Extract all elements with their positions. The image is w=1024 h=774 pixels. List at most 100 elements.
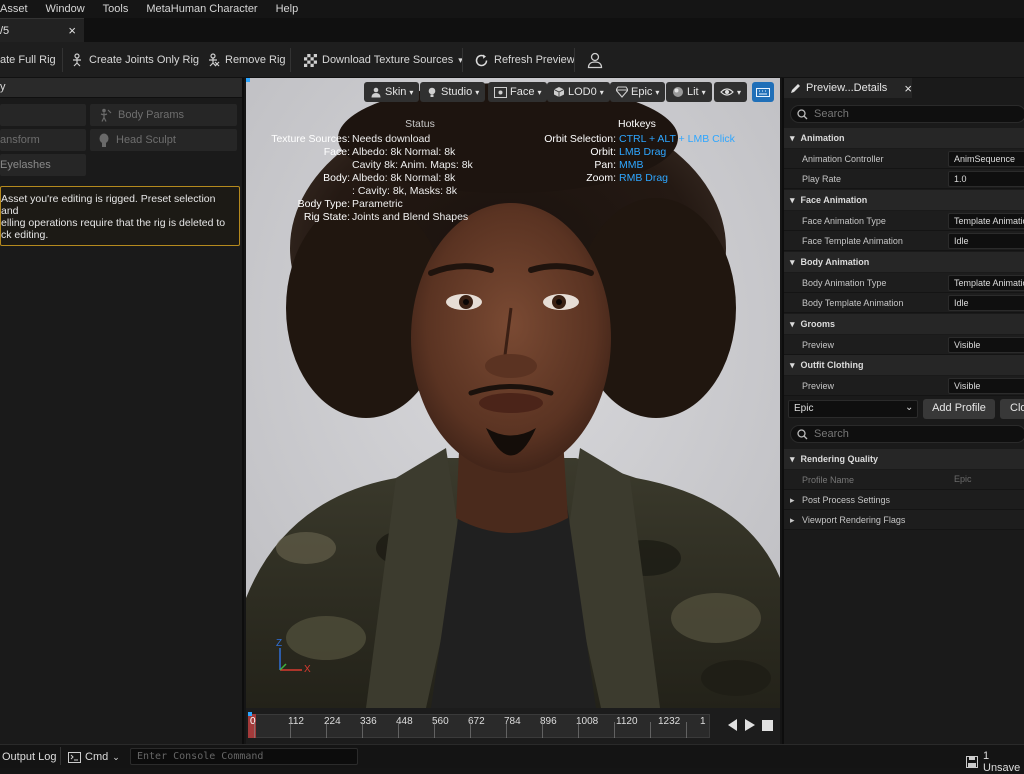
step-back-icon[interactable] [726,718,738,732]
eyelashes-button[interactable]: Eyelashes [0,154,86,176]
body-template-animation-select[interactable]: Idle [948,295,1024,311]
rendering-search[interactable]: Search [790,425,1024,443]
skin-icon [370,86,382,98]
create-full-rig-label: ate Full Rig [0,54,56,66]
lightbulb-icon [426,86,438,98]
section-grooms[interactable]: ▾ Grooms [784,314,1024,334]
viewport[interactable]: Skin ▾ Studio ▾ Face ▾ LOD0 ▾ Epic ▾ Lit [246,78,780,708]
close-icon[interactable]: × [68,23,76,38]
cmd-dropdown[interactable]: Cmd ⌄ [68,749,120,765]
profile-select[interactable]: Epic ⌄ [788,400,918,418]
warning-line-1: Asset you're editing is rigged. Preset s… [1,193,216,217]
unsaved-indicator[interactable]: 1 Unsave [966,750,1024,774]
prop-post-process-settings[interactable]: ▸ Post Process Settings [784,490,1024,510]
lit-label: Lit [687,86,699,98]
eyelashes-label: Eyelashes [0,159,51,171]
output-log-button[interactable]: Output Log [2,751,56,763]
refresh-preview-button[interactable]: Refresh Preview [474,42,575,78]
prop-label: Play Rate [802,174,842,184]
studio-dropdown[interactable]: Studio ▾ [420,82,486,102]
user-button[interactable] [586,42,604,78]
section-animation[interactable]: ▾ Animation [784,128,1024,148]
console-command-input[interactable]: Enter Console Command [130,748,358,765]
face-label: Face [510,86,535,98]
prop-play-rate: Play Rate 1.0 [784,169,1024,189]
chevron-down-icon: ▾ [655,87,660,97]
face-animation-type-select[interactable]: Template Animation [948,213,1024,229]
blank-tool-button[interactable] [0,104,86,126]
head-sculpt-button[interactable]: Head Sculpt [90,129,237,151]
grooms-preview-select[interactable]: Visible [948,337,1024,353]
lit-dropdown[interactable]: Lit ▾ [666,82,712,102]
keyboard-toggle[interactable] [752,82,774,102]
remove-rig-button[interactable]: Remove Rig [206,42,286,78]
prop-label: Body Animation Type [802,278,887,288]
visibility-dropdown[interactable]: ▾ [714,82,748,102]
skin-dropdown[interactable]: Skin ▾ [364,82,420,102]
left-panel-title: y [0,81,6,93]
collapse-arrow-icon: ▾ [790,359,795,370]
create-full-rig-button[interactable]: ate Full Rig [0,42,56,78]
rig-icon [70,53,84,67]
timeline[interactable]: 0 112 224 336 448 560 672 784 896 1008 1… [246,708,780,744]
remove-rig-icon [206,53,220,67]
body-params-label: Body Params [118,109,185,121]
face-frame-icon [494,86,507,98]
animation-controller-select[interactable]: AnimSequence [948,151,1024,167]
console-placeholder: Enter Console Command [137,751,264,762]
download-texture-sources-button[interactable]: Download Texture Sources ▾ [304,42,463,78]
prop-grooms-preview: Preview Visible [784,335,1024,355]
details-search[interactable]: Search [790,105,1024,123]
face-dropdown[interactable]: Face ▾ [488,82,548,102]
details-tab[interactable]: Preview...Details × [784,78,912,98]
body-status-label: Body: [323,172,350,184]
body-status-value-1: Albedo: 8k Normal: 8k [352,172,456,184]
refresh-preview-label: Refresh Preview [494,54,575,66]
section-rendering-quality[interactable]: ▾ Rendering Quality [784,449,1024,469]
asset-tab[interactable]: /5 × [0,18,84,42]
lod-dropdown[interactable]: LOD0 ▾ [547,82,610,102]
transform-button[interactable]: ansform [0,129,86,151]
menu-help[interactable]: Help [266,3,307,15]
unsaved-icon [966,756,978,768]
section-face-animation[interactable]: ▾ Face Animation [784,190,1024,210]
stop-icon[interactable] [762,720,773,731]
menu-asset[interactable]: Asset [0,3,36,15]
cmd-label: Cmd [85,751,109,763]
profile-select-value: Epic [794,403,814,414]
quality-dropdown[interactable]: Epic ▾ [610,82,666,102]
section-outfit-clothing-label: Outfit Clothing [800,360,864,370]
orbit-selection-value: CTRL + ALT + LMB Click [619,133,735,145]
clone-profile-button[interactable]: Clo [1000,399,1024,419]
prop-viewport-rendering-flags[interactable]: ▸ Viewport Rendering Flags [784,510,1024,530]
menu-metahuman-character[interactable]: MetaHuman Character [136,3,265,15]
zoom-label: Zoom: [586,172,616,184]
keyboard-icon [756,87,770,97]
section-animation-label: Animation [800,133,845,143]
remove-rig-label: Remove Rig [225,54,286,66]
body-animation-type-select[interactable]: Template Animation [948,275,1024,291]
collapse-arrow-icon: ▾ [790,453,795,464]
body-params-button[interactable]: Body Params [90,104,237,126]
warning-line-3: ck editing. [1,229,49,241]
close-icon[interactable]: × [904,81,912,96]
menu-tools[interactable]: Tools [93,3,137,15]
body-params-icon [98,108,112,122]
status-title: Status [405,118,435,130]
toolbar-separator [462,48,463,72]
section-body-animation[interactable]: ▾ Body Animation [784,252,1024,272]
play-rate-input[interactable]: 1.0 [948,171,1024,187]
menu-bar: Asset Window Tools MetaHuman Character H… [0,0,1024,18]
toolbar-separator [574,48,575,72]
menu-window[interactable]: Window [36,3,93,15]
section-outfit-clothing[interactable]: ▾ Outfit Clothing [784,355,1024,375]
create-joints-only-rig-button[interactable]: Create Joints Only Rig [70,42,199,78]
outfit-preview-select[interactable]: Visible [948,378,1024,394]
face-template-animation-select[interactable]: Idle [948,233,1024,249]
profile-name-value: Epic [954,474,972,484]
play-icon[interactable] [744,718,756,732]
collapse-arrow-icon: ▾ [790,318,795,329]
body-type-label: Body Type: [297,198,350,210]
add-profile-button[interactable]: Add Profile [923,399,995,419]
